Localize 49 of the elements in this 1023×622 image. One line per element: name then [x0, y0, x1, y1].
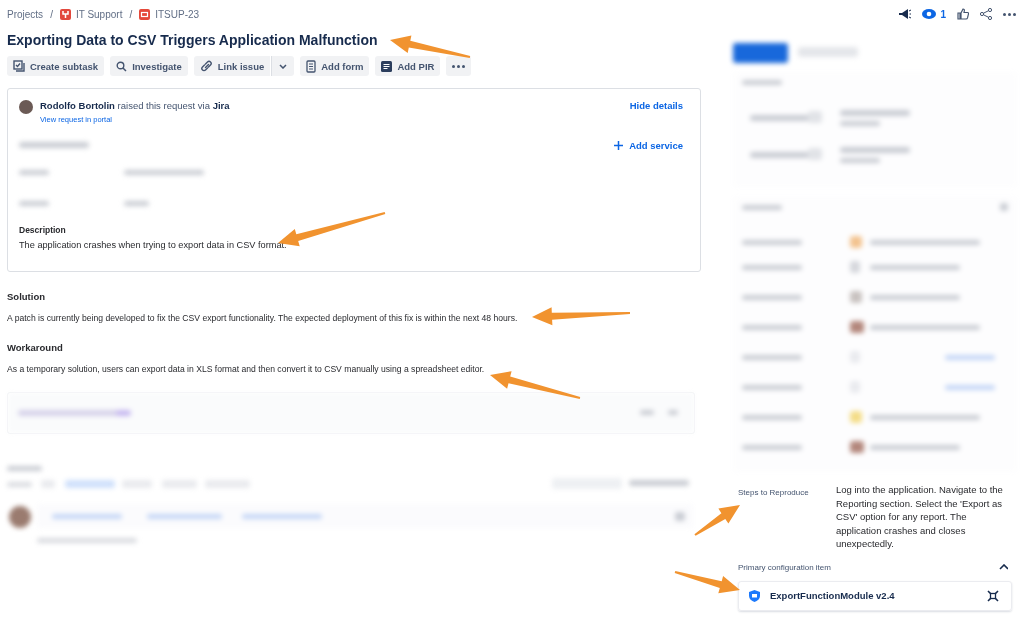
toolbar-button[interactable]: Link issue [193, 56, 271, 76]
section-text: As a temporary solution, users can export data in XLS format and then convert it to CSV manually using a spreadsheet editor. [7, 364, 485, 374]
project-icon [59, 8, 71, 20]
field-value: Log into the application. Navigate to the Reporting section. Select the 'Export as CSV' option for any report. The application crashes and closes unexpectedly. [836, 483, 1004, 551]
toolbar-button[interactable]: Add PIR [375, 56, 441, 76]
watcher-count: 1 [940, 8, 946, 20]
shield-icon [749, 589, 760, 602]
toolbar-button[interactable]: Create subtask [7, 56, 105, 76]
avatar [19, 100, 33, 114]
field-label: Description [19, 225, 67, 235]
thumbs-up-icon[interactable] [957, 8, 969, 20]
breadcrumb-link[interactable]: IT Support [75, 8, 123, 20]
description-text: The application crashes when trying to export data in CSV format. [19, 240, 287, 250]
network-icon[interactable] [987, 589, 999, 602]
breadcrumb-link[interactable]: ITSUP-23 [155, 8, 200, 20]
form-icon [306, 59, 317, 73]
subtask-icon [13, 60, 25, 72]
chevron-icon[interactable] [999, 564, 1008, 570]
breadcrumb-separator: / [129, 8, 133, 20]
configuration-item-name: ExportFunctionModule v2.4 [770, 590, 895, 601]
section-text: A patch is currently being developed to fix the CSV export functionality. The expected deployment of this fix is within the next 48 hours. [7, 313, 518, 323]
share-icon[interactable] [980, 8, 992, 20]
megaphone-icon[interactable] [898, 8, 912, 20]
field-label: Steps to Reproduce [737, 487, 810, 499]
toolbar-button[interactable]: Investigate [110, 56, 188, 76]
issue-title: Exporting Data to CSV Triggers Application Malfunction [7, 31, 378, 50]
annotation-arrow [694, 505, 740, 536]
add-service-button[interactable]: Add service [614, 139, 683, 151]
breadcrumb-separator: / [50, 8, 53, 20]
more-button[interactable] [446, 56, 472, 76]
hide-details-link[interactable]: Hide details [629, 100, 683, 111]
section-heading: Solution [7, 291, 46, 302]
request-info-text: Rodolfo Bortolin raised this request via Jira [40, 100, 230, 111]
plus-icon [614, 140, 624, 150]
search-icon [116, 60, 128, 72]
link-icon [199, 60, 213, 72]
toolbar-button[interactable]: Add form [300, 56, 370, 76]
caret-icon [279, 63, 288, 69]
breadcrumb-link[interactable]: Projects [7, 8, 44, 20]
more-icon [452, 64, 466, 68]
eye-icon[interactable] [922, 9, 937, 19]
dropdown-button[interactable] [271, 56, 295, 76]
document-icon [381, 60, 393, 72]
more-icon[interactable] [1003, 12, 1016, 16]
field-label: Primary configuration item [738, 562, 831, 572]
section-heading: Workaround [7, 342, 64, 353]
annotation-arrow [674, 571, 740, 594]
issue-type-icon [139, 8, 151, 20]
configuration-item-card[interactable]: ExportFunctionModule v2.4 [738, 580, 1012, 611]
